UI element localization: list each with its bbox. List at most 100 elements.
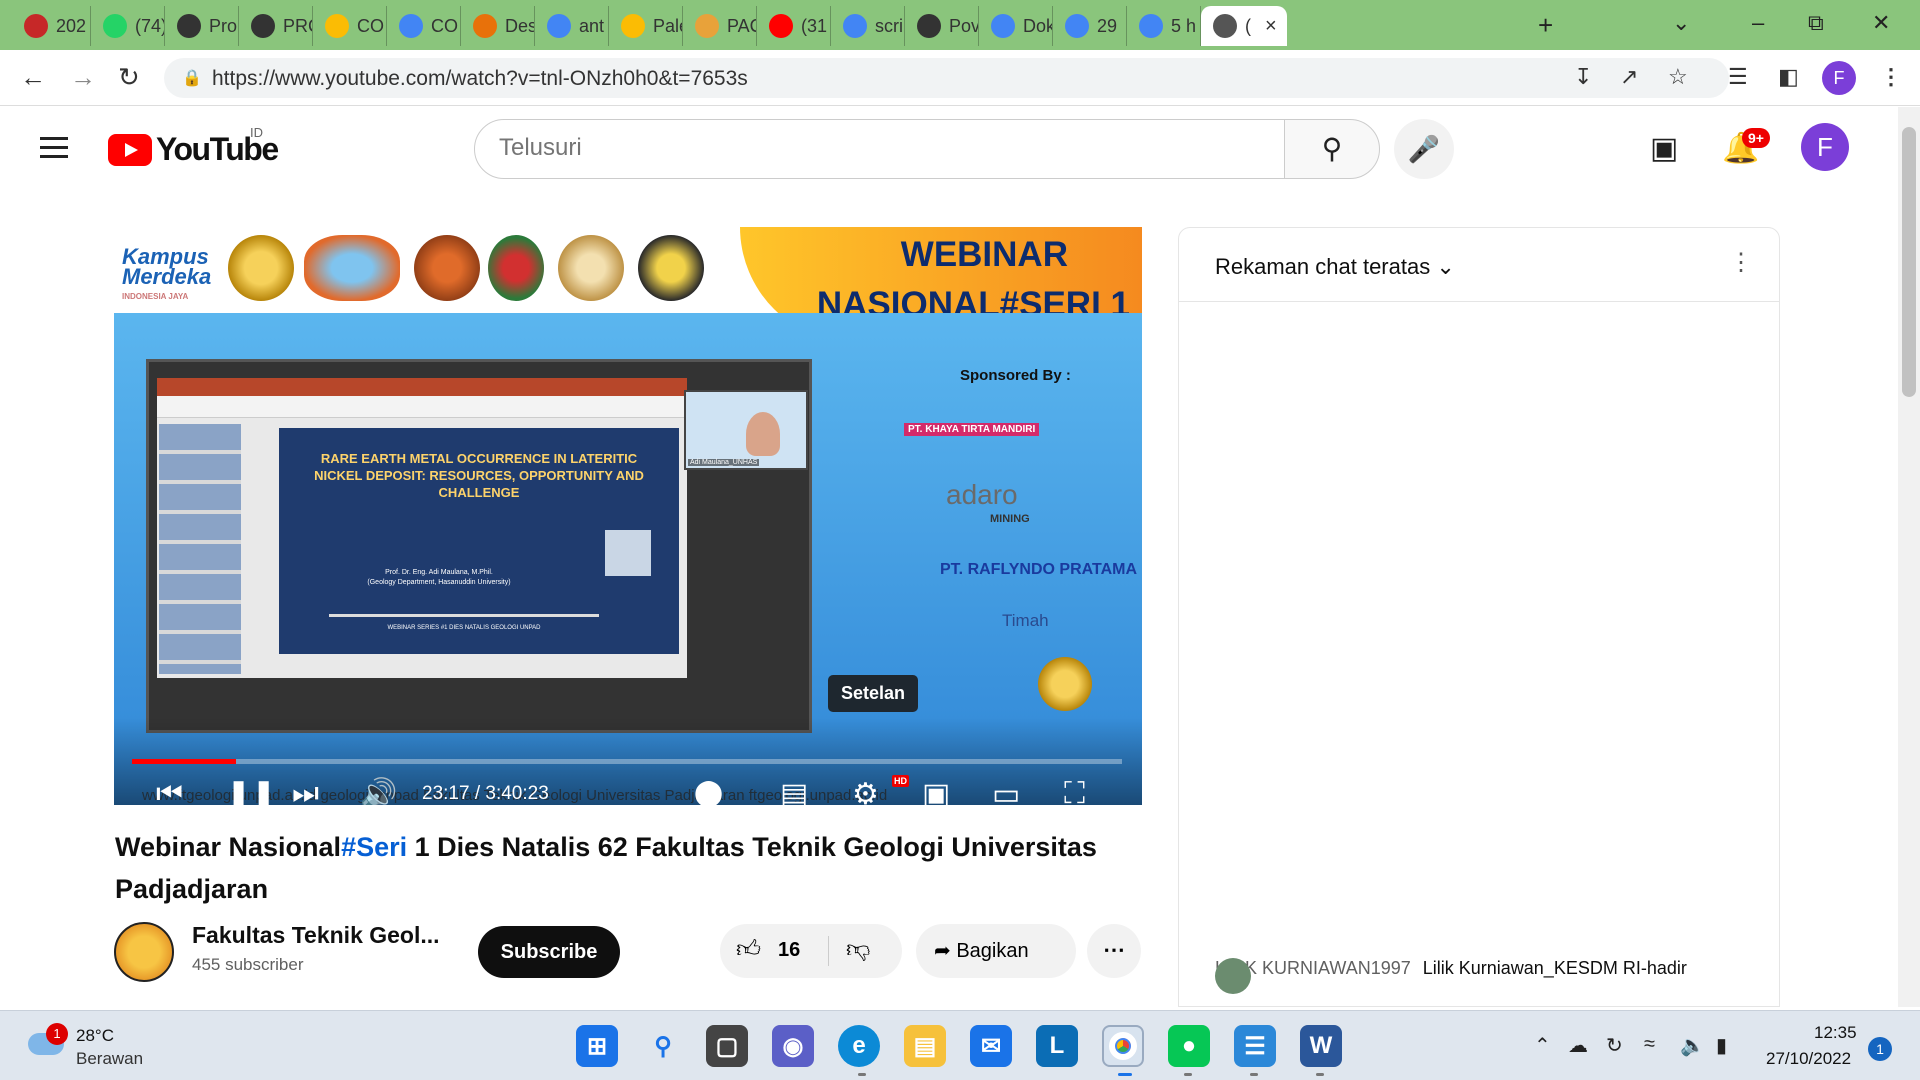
docs-icon bbox=[991, 14, 1015, 38]
forward-icon[interactable]: → bbox=[70, 62, 96, 93]
line-icon[interactable]: ● bbox=[1168, 1025, 1210, 1067]
file-explorer-icon[interactable]: ▤ bbox=[904, 1025, 946, 1067]
browser-tab[interactable]: CO bbox=[313, 6, 387, 46]
browser-tab[interactable]: Pro bbox=[165, 6, 239, 46]
tab-search-icon[interactable]: ⌄ bbox=[1672, 10, 1690, 36]
share-page-icon[interactable]: ↗ bbox=[1620, 64, 1638, 90]
autoplay-toggle-icon[interactable]: ⬤ bbox=[694, 777, 723, 805]
bookmark-star-icon[interactable]: ☆ bbox=[1668, 64, 1688, 90]
browser-tab[interactable]: CO bbox=[387, 6, 461, 46]
notepad-icon[interactable]: ☰ bbox=[1234, 1025, 1276, 1067]
account-avatar[interactable]: F bbox=[1801, 123, 1849, 171]
browser-tab[interactable]: PRC bbox=[239, 6, 313, 46]
battery-icon[interactable]: ▮ bbox=[1716, 1033, 1727, 1058]
install-icon[interactable]: ↧ bbox=[1574, 64, 1592, 90]
video-player[interactable]: Kampus Merdeka INDONESIA JAYA WEBINAR NA… bbox=[114, 227, 1142, 805]
settings-gear-icon[interactable]: ⚙ bbox=[852, 777, 879, 805]
theater-mode-icon[interactable]: ▭ bbox=[992, 777, 1020, 805]
browser-tab[interactable]: Pale bbox=[609, 6, 683, 46]
subtitles-icon[interactable]: ▤ bbox=[780, 777, 808, 805]
browser-tab[interactable]: PAC bbox=[683, 6, 757, 46]
weather-temperature[interactable]: 28°C bbox=[76, 1026, 114, 1046]
like-count: 16 bbox=[778, 939, 801, 961]
browser-profile-avatar[interactable]: F bbox=[1822, 61, 1856, 95]
minimize-icon[interactable]: – bbox=[1752, 10, 1764, 36]
browser-tab[interactable]: (74) bbox=[91, 6, 165, 46]
browser-menu-icon[interactable]: ⋮ bbox=[1880, 64, 1902, 90]
youtube-header: YouTube ID ⚲ 🎤 ▣ 🔔 9+ F bbox=[0, 107, 1898, 197]
chat-author-avatar[interactable] bbox=[1215, 958, 1251, 994]
next-icon[interactable]: ⏭ bbox=[292, 777, 319, 805]
previous-icon[interactable]: ⏮ bbox=[156, 777, 183, 805]
onedrive-cloud-icon[interactable]: ☁ bbox=[1568, 1033, 1588, 1058]
new-tab-icon[interactable]: + bbox=[1538, 10, 1553, 41]
like-icon[interactable]: 👍︎ bbox=[736, 936, 761, 964]
scroll-thumb[interactable] bbox=[1902, 127, 1916, 397]
create-video-icon[interactable]: ▣ bbox=[1650, 131, 1678, 166]
teams-icon[interactable]: ◉ bbox=[772, 1025, 814, 1067]
search-input[interactable] bbox=[499, 120, 1279, 176]
back-icon[interactable]: ← bbox=[20, 62, 46, 93]
title-hashtag-link[interactable]: #Seri bbox=[341, 832, 407, 862]
more-actions-button[interactable]: ⋯ bbox=[1087, 924, 1141, 978]
unpad-logo bbox=[228, 235, 294, 301]
browser-tab[interactable]: ant bbox=[535, 6, 609, 46]
browser-tab[interactable]: 29 bbox=[1053, 6, 1127, 46]
search-button[interactable]: ⚲ bbox=[1284, 119, 1380, 179]
side-panel-icon[interactable]: ◧ bbox=[1778, 64, 1799, 90]
title-part1: Webinar Nasional bbox=[115, 832, 342, 862]
share-button[interactable]: ➦ Bagikan bbox=[916, 924, 1076, 978]
restore-icon[interactable]: ⧉ bbox=[1808, 10, 1824, 36]
address-bar[interactable]: 🔒 https://www.youtube.com/watch?v=tnl-ON… bbox=[164, 58, 1729, 98]
browser-tab[interactable]: Des bbox=[461, 6, 535, 46]
volume-icon[interactable]: 🔊 bbox=[360, 777, 397, 805]
pause-icon[interactable]: ❚❚ bbox=[226, 777, 276, 805]
google-icon bbox=[1139, 14, 1163, 38]
close-window-icon[interactable]: ✕ bbox=[1872, 10, 1890, 36]
notification-center-badge[interactable]: 1 bbox=[1868, 1037, 1892, 1061]
mail-icon[interactable]: ✉ bbox=[970, 1025, 1012, 1067]
browser-tab[interactable]: Dok bbox=[979, 6, 1053, 46]
fullscreen-icon[interactable]: ⛶ bbox=[1064, 777, 1085, 805]
browser-tab[interactable]: scri bbox=[831, 6, 905, 46]
dislike-icon[interactable]: 👎︎ bbox=[846, 936, 870, 964]
time-current: 23:17 bbox=[422, 783, 470, 804]
chat-mode-dropdown[interactable]: Rekaman chat teratas ⌄ bbox=[1215, 254, 1455, 280]
edge-icon[interactable]: e bbox=[838, 1025, 880, 1067]
weather-description[interactable]: Berawan bbox=[76, 1049, 143, 1069]
start-windows-icon[interactable]: ⊞ bbox=[576, 1025, 618, 1067]
close-tab-icon[interactable]: × bbox=[1265, 15, 1277, 38]
chat-menu-icon[interactable]: ⋮ bbox=[1729, 248, 1753, 277]
page-scrollbar[interactable] bbox=[1898, 107, 1920, 1007]
subscribe-button[interactable]: Subscribe bbox=[478, 926, 620, 978]
browser-tab[interactable]: 202 bbox=[12, 6, 91, 46]
tray-overflow-icon[interactable]: ⌃ bbox=[1534, 1033, 1551, 1058]
word-icon[interactable]: W bbox=[1300, 1025, 1342, 1067]
lark-icon[interactable]: L bbox=[1036, 1025, 1078, 1067]
media-control-icon[interactable]: ☰ bbox=[1728, 64, 1748, 90]
drive-icon bbox=[325, 14, 349, 38]
clock-time[interactable]: 12:35 bbox=[1814, 1023, 1857, 1043]
channel-avatar[interactable] bbox=[114, 922, 174, 982]
search-taskbar-icon[interactable]: ⚲ bbox=[642, 1025, 684, 1067]
browser-tab[interactable]: (× bbox=[1201, 6, 1287, 46]
browser-tab[interactable]: Pov bbox=[905, 6, 979, 46]
speaker-icon[interactable]: 🔈 bbox=[1680, 1033, 1705, 1058]
search-box[interactable] bbox=[474, 119, 1286, 179]
browser-tab[interactable]: 5 h bbox=[1127, 6, 1201, 46]
browser-tab[interactable]: (31 bbox=[757, 6, 831, 46]
menu-icon[interactable] bbox=[40, 137, 68, 164]
miniplayer-icon[interactable]: ▣ bbox=[922, 777, 950, 805]
wifi-icon[interactable]: ≈ bbox=[1644, 1033, 1655, 1056]
channel-name[interactable]: Fakultas Teknik Geol... bbox=[192, 922, 440, 949]
chrome-icon[interactable] bbox=[1102, 1025, 1144, 1067]
voice-search-button[interactable]: 🎤 bbox=[1394, 119, 1454, 179]
task-view-icon[interactable]: ▢ bbox=[706, 1025, 748, 1067]
progress-bar[interactable] bbox=[132, 759, 1122, 764]
clock-date[interactable]: 27/10/2022 bbox=[1766, 1049, 1851, 1069]
slide-divider bbox=[329, 614, 599, 617]
url-text[interactable]: https://www.youtube.com/watch?v=tnl-ONzh… bbox=[212, 67, 748, 91]
sync-icon[interactable]: ↻ bbox=[1606, 1033, 1623, 1058]
tab-label: ant bbox=[579, 15, 605, 36]
reload-icon[interactable]: ↻ bbox=[118, 62, 140, 93]
